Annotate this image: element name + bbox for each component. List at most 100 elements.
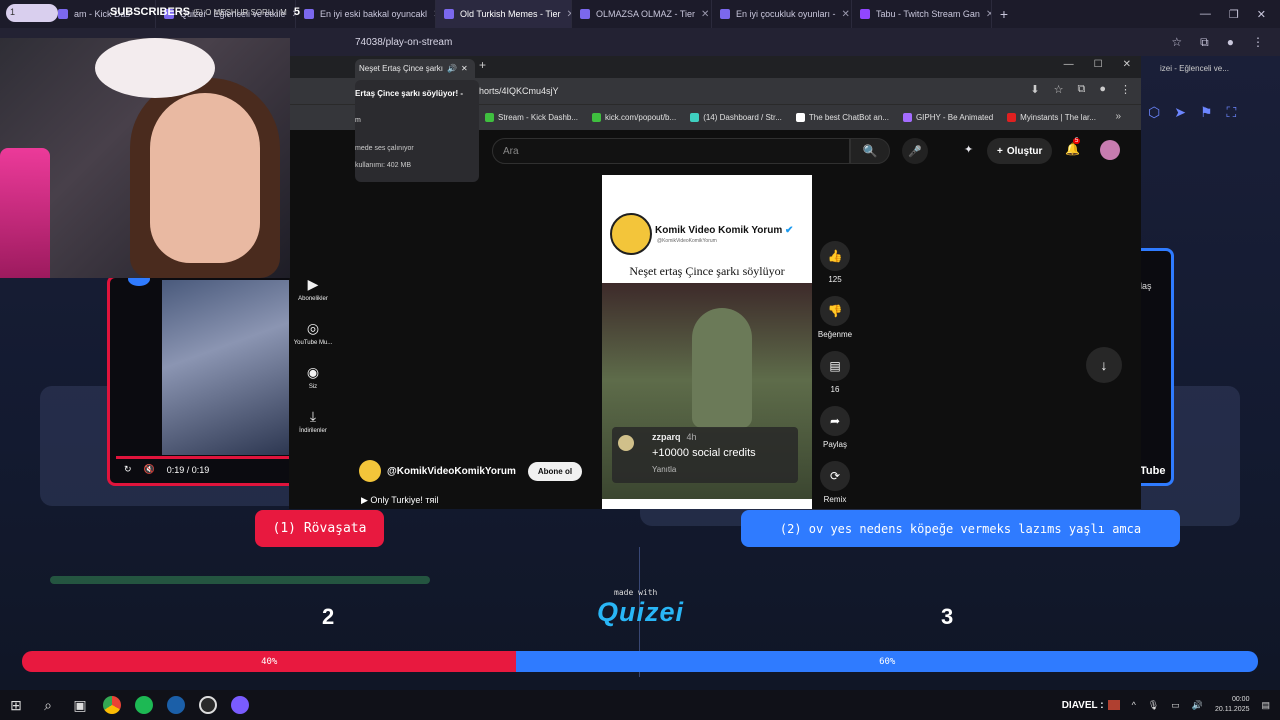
window-controls: — ❐ ✕ <box>1200 8 1280 21</box>
share-button[interactable]: ➦ Paylaş <box>810 406 860 449</box>
close-icon[interactable]: ✕ <box>701 9 709 20</box>
task-view-icon[interactable]: ▣ <box>64 690 96 720</box>
voice-search-button[interactable]: 🎤 <box>902 138 928 164</box>
spotify-icon[interactable] <box>128 690 160 720</box>
steam-icon[interactable] <box>160 690 192 720</box>
flag-icon[interactable]: ⚑ <box>1200 104 1213 121</box>
notifications-button[interactable]: 🔔 5 <box>1065 138 1081 156</box>
puzzle-icon[interactable]: ⬡ <box>1148 104 1160 121</box>
comment-user: zzparq 4h <box>652 432 697 442</box>
maximize-icon[interactable]: ☐ <box>1094 59 1103 70</box>
chevron-right-icon[interactable]: » <box>1115 111 1121 122</box>
nav-you[interactable]: ◉ Siz <box>289 364 337 390</box>
subscribe-button[interactable]: Abone ol <box>527 461 583 481</box>
replay-icon[interactable]: ↻ <box>124 464 132 475</box>
nav-downloads[interactable]: ⤓ İndirilenler <box>289 408 337 434</box>
outer-tab-3[interactable]: Old Turkish Memes - Tier ✕ <box>436 0 572 28</box>
bookmark-item[interactable]: Myinstants | The lar... <box>1007 113 1096 122</box>
dislike-button[interactable]: 👎 Beğenme <box>810 296 860 339</box>
answer-button-right[interactable]: (2) ov yes nedens köpeğe vermeks lazıms … <box>741 510 1180 547</box>
menu-icon[interactable]: ⋮ <box>1120 83 1131 96</box>
youtube-logo: Tube <box>1140 465 1166 477</box>
app-icon[interactable] <box>224 690 256 720</box>
tab-label: OLMAZSA OLMAZ - Tier <box>596 9 696 19</box>
tab-label: Tabu - Twitch Stream Gan <box>876 9 980 19</box>
webcam-overlay <box>0 38 290 278</box>
clock[interactable]: 00:00 20.11.2025 <box>1215 695 1250 715</box>
chrome-icon[interactable] <box>96 690 128 720</box>
bookmark-item[interactable]: kick.com/popout/b... <box>592 113 676 122</box>
install-icon[interactable]: ⬇ <box>1030 83 1039 96</box>
reply-button[interactable]: Yanıtla <box>652 465 676 474</box>
bookmark-item[interactable]: (14) Dashboard / Str... <box>690 113 782 122</box>
extension-icon[interactable]: ⧉ <box>1077 83 1085 96</box>
search-input[interactable]: Ara <box>492 138 850 164</box>
short-video[interactable]: Komik Video Komik Yorum ✔ @KomikVideoKom… <box>602 175 812 509</box>
profile-icon[interactable]: ● <box>1227 35 1234 50</box>
mute-icon[interactable]: 🔇 <box>144 464 155 475</box>
windows-start-icon[interactable]: ⊞ <box>0 690 32 720</box>
video-progress[interactable] <box>116 456 291 459</box>
search-icon[interactable]: ⌕ <box>32 690 64 720</box>
send-icon[interactable]: ➤ <box>1174 104 1186 121</box>
channel-avatar[interactable] <box>359 460 381 482</box>
tab-favicon-icon <box>444 9 454 19</box>
fullscreen-icon[interactable]: ⛶ <box>1227 104 1237 121</box>
search-button[interactable]: 🔍 <box>850 138 890 164</box>
minimize-icon[interactable]: — <box>1200 8 1211 21</box>
audio-icon[interactable]: 🔊 <box>447 64 457 73</box>
bookmark-star-icon[interactable]: ☆ <box>1171 35 1182 50</box>
kick-icon <box>592 113 602 122</box>
obs-icon[interactable] <box>192 690 224 720</box>
outer-tab-2[interactable]: En iyi eski bakkal oyuncakl ✕ <box>296 0 436 28</box>
like-icon: 👍 <box>820 241 850 271</box>
create-button[interactable]: + Oluştur <box>987 138 1053 164</box>
bookmark-item[interactable]: GIPHY - Be Animated <box>902 113 993 122</box>
profile-icon[interactable]: ● <box>1099 83 1106 96</box>
inner-url[interactable]: horts/4IQKCmu4sjY <box>479 86 559 96</box>
remix-button[interactable]: ⟳ Remix <box>810 461 860 504</box>
bookmark-star-icon[interactable]: ☆ <box>1054 83 1064 96</box>
close-icon[interactable]: ✕ <box>1123 59 1131 70</box>
answer-button-left[interactable]: (1) Rövaşata <box>255 510 384 547</box>
maximize-icon[interactable]: ❐ <box>1229 8 1239 21</box>
menu-icon[interactable]: ⋮ <box>1252 35 1264 50</box>
avatar[interactable] <box>1100 140 1120 160</box>
volume-icon[interactable]: 🔊 <box>1192 700 1203 711</box>
outer-tab-5[interactable]: En iyi çocukluk oyunları - ✕ <box>712 0 852 28</box>
streamer-image <box>1107 699 1120 710</box>
chevron-up-icon[interactable]: ^ <box>1132 700 1136 710</box>
like-button[interactable]: 👍 125 <box>810 241 860 284</box>
close-icon[interactable]: ✕ <box>842 9 850 20</box>
close-icon[interactable]: ✕ <box>461 64 468 73</box>
steam-app <box>167 696 185 714</box>
short-channel-row: @KomikVideoKomikYorum Abone ol <box>359 460 583 482</box>
close-icon[interactable]: ✕ <box>1257 8 1266 21</box>
inner-tab-active[interactable]: Neşet Ertaş Çince şarkı 🔊 ✕ <box>355 59 475 78</box>
short-title: Neşet ertaş Çince şarkı söylüyor <box>629 264 785 278</box>
notification-center-icon[interactable]: ▤ <box>1261 700 1270 711</box>
minimize-icon[interactable]: — <box>1064 59 1074 70</box>
new-tab-button[interactable]: + <box>992 6 1016 22</box>
comment-avatar <box>618 435 634 451</box>
next-short-button[interactable]: ↓ <box>1086 347 1122 383</box>
nav-subscriptions[interactable]: ▶ Abonelikler <box>289 276 337 302</box>
comments-button[interactable]: ▤ 16 <box>810 351 860 394</box>
mic-icon[interactable]: 🎙 <box>1148 700 1159 711</box>
outer-tab-6[interactable]: Tabu - Twitch Stream Gan ✕ <box>852 0 992 28</box>
network-icon[interactable]: ▭ <box>1171 700 1180 711</box>
bookmark-item[interactable]: The best ChatBot an... <box>795 113 889 122</box>
kick-favicon-icon <box>58 9 68 19</box>
outer-tab-4[interactable]: OLMAZSA OLMAZ - Tier ✕ <box>572 0 712 28</box>
short-channel-name: Komik Video Komik Yorum ✔ <box>655 225 793 236</box>
answer-video-left[interactable]: ↻ 🔇 0:19 / 0:19 <box>107 275 292 486</box>
new-tab-button[interactable]: + <box>479 58 486 72</box>
short-caption[interactable]: ▶ Only Turkiye! тяil <box>361 495 438 506</box>
bookmark-item[interactable]: Stream - Kick Dashb... <box>485 113 578 122</box>
outer-url[interactable]: 74038/play-on-stream <box>355 37 452 48</box>
extension-icon[interactable]: ⧉ <box>1200 35 1209 50</box>
nav-youtube-music[interactable]: ◎ YouTube Mu... <box>289 320 337 346</box>
answer-video-right[interactable]: laş Tube <box>1138 248 1174 486</box>
cast-icon[interactable]: ✦ <box>964 143 973 156</box>
channel-name[interactable]: @KomikVideoKomikYorum <box>387 466 516 477</box>
